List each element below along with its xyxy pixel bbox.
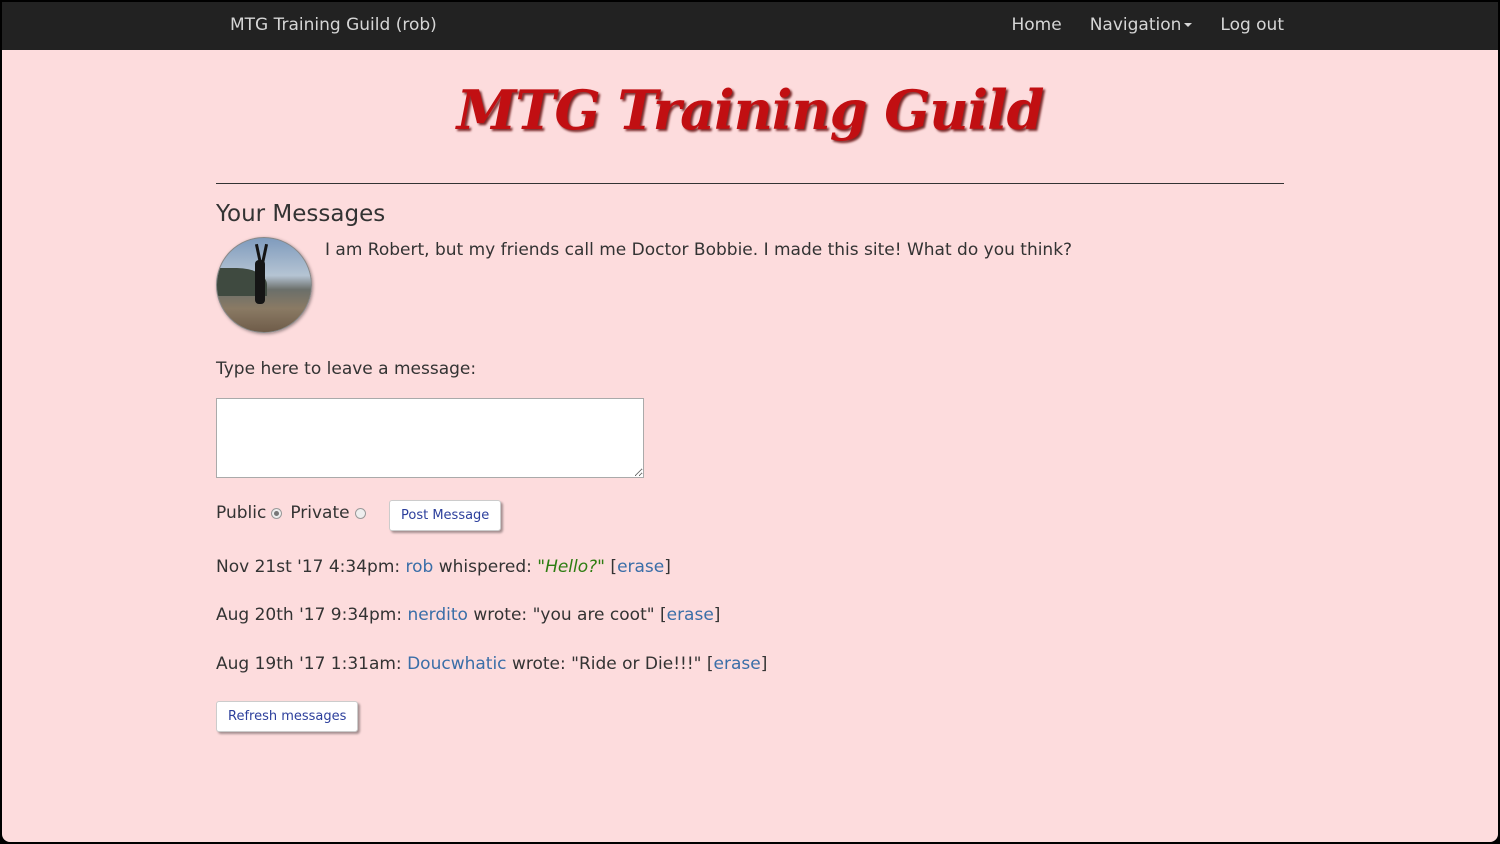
erase-link[interactable]: erase — [667, 605, 714, 625]
caret-down-icon — [1184, 23, 1193, 27]
message-user-link[interactable]: rob — [406, 557, 434, 577]
message-time: Aug 19th '17 1:31am: — [216, 654, 402, 674]
erase-link[interactable]: erase — [714, 654, 761, 674]
private-label: Private — [290, 503, 350, 523]
message-item: Aug 20th '17 9:34pm: nerdito wrote: "you… — [216, 605, 721, 625]
message-verb: whispered: — [438, 557, 532, 577]
page-heading: Your Messages — [216, 201, 386, 227]
message-item: Aug 19th '17 1:31am: Doucwhatic wrote: "… — [216, 654, 768, 674]
message-user-link[interactable]: Doucwhatic — [407, 654, 506, 674]
nav-navigation-dropdown[interactable]: Navigation — [1090, 15, 1193, 35]
message-time: Aug 20th '17 9:34pm: — [216, 605, 403, 625]
public-label: Public — [216, 503, 267, 523]
avatar-person — [255, 260, 265, 304]
nav-links: Home Navigation Log out — [1011, 15, 1284, 35]
message-verb: wrote: — [511, 654, 566, 674]
message-text: "you are coot" — [532, 605, 655, 625]
message-verb: wrote: — [473, 605, 528, 625]
public-radio[interactable] — [271, 507, 283, 519]
nav-logout[interactable]: Log out — [1220, 15, 1284, 35]
post-message-button[interactable]: Post Message — [389, 500, 502, 531]
message-prompt: Type here to leave a message: — [216, 359, 477, 379]
bio-text: I am Robert, but my friends call me Doct… — [325, 240, 1073, 260]
erase-link[interactable]: erase — [617, 557, 664, 577]
message-text: "Ride or Die!!!" — [571, 654, 702, 674]
site-title: MTG Training Guild — [456, 78, 1045, 142]
private-radio[interactable] — [354, 507, 366, 519]
message-text: "Hello?" — [537, 557, 606, 577]
refresh-messages-button[interactable]: Refresh messages — [216, 701, 359, 732]
page: MTG Training Guild (rob) Home Navigation… — [2, 2, 1498, 842]
nav-home[interactable]: Home — [1011, 15, 1061, 35]
message-textarea[interactable] — [216, 398, 644, 478]
nav-navigation-label: Navigation — [1089, 15, 1182, 35]
message-item: Nov 21st '17 4:34pm: rob whispered: "Hel… — [216, 557, 671, 577]
divider — [216, 183, 1284, 184]
visibility-options: Public Private — [216, 503, 374, 523]
message-user-link[interactable]: nerdito — [407, 605, 468, 625]
navbar-brand[interactable]: MTG Training Guild (rob) — [230, 15, 437, 35]
message-time: Nov 21st '17 4:34pm: — [216, 557, 401, 577]
navbar: MTG Training Guild (rob) Home Navigation… — [2, 2, 1498, 50]
avatar — [216, 237, 312, 333]
